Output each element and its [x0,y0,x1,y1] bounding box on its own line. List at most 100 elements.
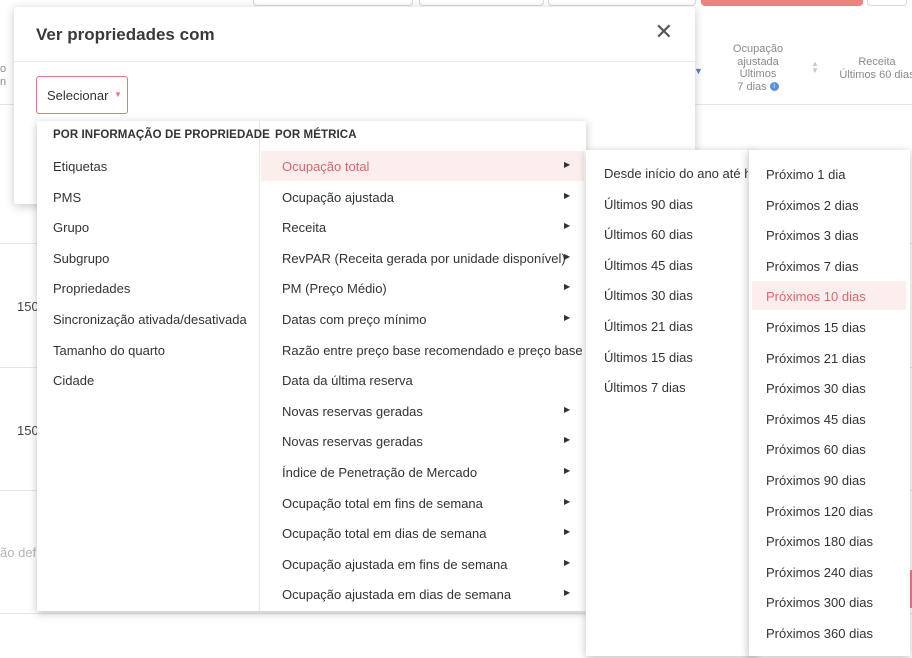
past-period-item[interactable]: Últimos 21 dias [604,319,693,334]
toolbar-button[interactable] [867,0,907,6]
past-period-item[interactable]: Últimos 7 dias [604,380,686,395]
future-period-item[interactable]: Próximo 1 dia [752,159,906,188]
future-period-label: Próximos 300 dias [766,595,873,611]
future-period-item[interactable]: Próximos 10 dias [752,281,906,311]
info-icon[interactable]: i [769,82,779,92]
metric-item[interactable]: Razão entre preço base recomendado e pre… [261,335,584,365]
metric-item-label: Ocupação total em dias de semana [282,526,487,542]
past-period-submenu: Desde início do ano até ho Últimos 90 dia… [586,150,756,656]
sort-desc-icon[interactable]: ▼ [694,66,703,76]
future-period-label: Próximo 1 dia [766,167,846,182]
toolbar-button[interactable] [548,0,696,6]
table-cell: 150 [17,423,39,438]
metric-item-label: Data da última reserva [282,373,413,389]
primary-action-button[interactable] [701,0,863,6]
metric-item[interactable]: Ocupação ajustada ▶ [261,182,584,212]
past-period-item[interactable]: Últimos 15 dias [604,350,693,365]
metric-item[interactable]: Ocupação total em fins de semana ▶ [261,488,584,518]
past-period-item[interactable]: Desde início do ano até ho [604,166,756,181]
chevron-right-icon: ▶ [564,435,571,445]
toolbar-button[interactable] [253,0,413,6]
modal-title: Ver propriedades com [36,25,215,44]
future-period-item[interactable]: Próximos 360 dias [752,618,906,647]
select-label: Selecionar [47,88,109,103]
past-period-item[interactable]: Últimos 45 dias [604,258,693,273]
future-period-item[interactable]: Próximos 15 dias [752,312,906,341]
future-period-item[interactable]: Próximos 30 dias [752,373,906,402]
select-dropdown[interactable]: Selecionar ▼ [36,76,128,114]
chevron-right-icon: ▶ [564,557,571,567]
future-period-label: Próximos 21 dias [766,350,866,366]
property-info-item[interactable]: Sincronização ativada/desativada [53,312,247,327]
metric-item[interactable]: RevPAR (Receita gerada por unidade dispo… [261,243,584,273]
metric-item-label: Datas com preço mínimo [282,312,427,327]
chevron-right-icon: ▶ [564,190,571,200]
past-period-item[interactable]: Últimos 60 dias [604,227,693,242]
future-period-item[interactable]: Próximos 120 dias [752,496,906,525]
sort-icon[interactable]: ▲ ▼ [811,60,819,75]
future-period-label: Próximos 15 dias [766,320,866,335]
past-period-item[interactable]: Últimos 90 dias [604,197,693,212]
column-header-line: Ocupação [732,43,784,55]
future-period-label: Próximos 60 dias [766,442,866,458]
metric-item[interactable]: Ocupação total em dias de semana ▶ [261,518,584,548]
metric-item[interactable]: Receita ▶ [261,212,584,242]
metric-item[interactable]: Datas com preço mínimo ▶ [261,304,584,334]
close-icon[interactable]: ✕ [655,21,673,43]
metric-item-label: Ocupação ajustada em fins de semana [282,556,508,572]
property-info-item[interactable]: Etiquetas [53,159,107,174]
chevron-right-icon: ▶ [564,251,571,261]
column-header-line: Últimos 60 dias [839,68,912,81]
metric-item[interactable]: Ocupação ajustada em fins de semana ▶ [261,549,584,579]
property-info-item[interactable]: Subgrupo [53,251,109,266]
future-period-item[interactable]: Próximos 60 dias [752,434,906,463]
future-period-item[interactable]: Próximos 3 dias [752,220,906,249]
future-period-item[interactable]: Próximos 2 dias [752,190,906,219]
chevron-right-icon: ▶ [564,221,571,231]
past-period-item[interactable]: Últimos 30 dias [604,288,693,303]
metric-item-label: Ocupação ajustada em dias de semana [282,587,512,603]
future-period-label: Próximos 360 dias [766,626,873,641]
future-period-item[interactable]: Próximos 7 dias [752,251,906,280]
property-info-item[interactable]: Propriedades [53,281,130,296]
property-info-item[interactable]: Cidade [53,373,94,388]
chevron-right-icon: ▶ [564,160,571,169]
metric-item[interactable]: Novas reservas geradas ▶ [261,426,584,456]
column-header-text: o n [0,63,7,88]
future-period-label: Próximos 7 dias [766,258,859,274]
future-period-item[interactable]: Próximos 21 dias [752,343,906,372]
column-header-revenue[interactable]: Receita Últimos 60 dias [832,56,912,81]
future-period-item[interactable]: Próximos 90 dias [752,465,906,494]
property-info-item[interactable]: Grupo [53,220,89,235]
future-period-item[interactable]: Próximos 180 dias [752,526,906,555]
metric-item-label: RevPAR (Receita gerada por unidade dispo… [282,250,566,266]
metric-item-label: PM (Preço Médio) [282,281,387,297]
metric-item[interactable]: Novas reservas geradas ▶ [261,396,584,426]
metric-item[interactable]: Índice de Penetração de Mercado ▶ [261,457,584,487]
table-cell: ão def [0,545,37,560]
future-period-label: Próximos 90 dias [766,473,866,488]
divider [259,121,260,611]
column-header-adjusted-occupancy[interactable]: Ocupação ajustada Últimos 7 dias i [724,43,792,93]
property-info-item[interactable]: PMS [53,190,81,205]
dropdown-menu: POR INFORMAÇÃO DE PROPRIEDADE POR MÉTRIC… [37,121,586,611]
caret-down-icon: ▼ [114,90,122,99]
metric-item-label: Ocupação total em fins de semana [282,495,483,511]
chevron-right-icon: ▶ [564,313,571,322]
metric-item[interactable]: Data da última reserva [261,365,584,395]
future-period-label: Próximos 3 dias [766,228,859,244]
metric-item-label: Novas reservas geradas [282,434,423,450]
future-period-item[interactable]: Próximos 240 dias [752,557,906,586]
future-period-label: Próximos 10 dias [766,289,866,305]
metric-item[interactable]: Ocupação total ▶ [261,151,584,181]
property-info-item[interactable]: Tamanho do quarto [53,343,165,358]
toolbar-button[interactable] [419,0,544,6]
future-period-label: Próximos 240 dias [766,564,873,580]
chevron-right-icon: ▶ [564,282,571,292]
metric-item[interactable]: Ocupação ajustada em dias de semana ▶ [261,579,584,609]
future-period-item[interactable]: Próximos 300 dias [752,587,906,616]
future-period-label: Próximos 120 dias [766,503,873,519]
future-period-submenu: Próximo 1 dia Próximos 2 dias Próximos 3 d… [748,150,910,656]
metric-item[interactable]: PM (Preço Médio) ▶ [261,273,584,303]
future-period-item[interactable]: Próximos 45 dias [752,404,906,433]
